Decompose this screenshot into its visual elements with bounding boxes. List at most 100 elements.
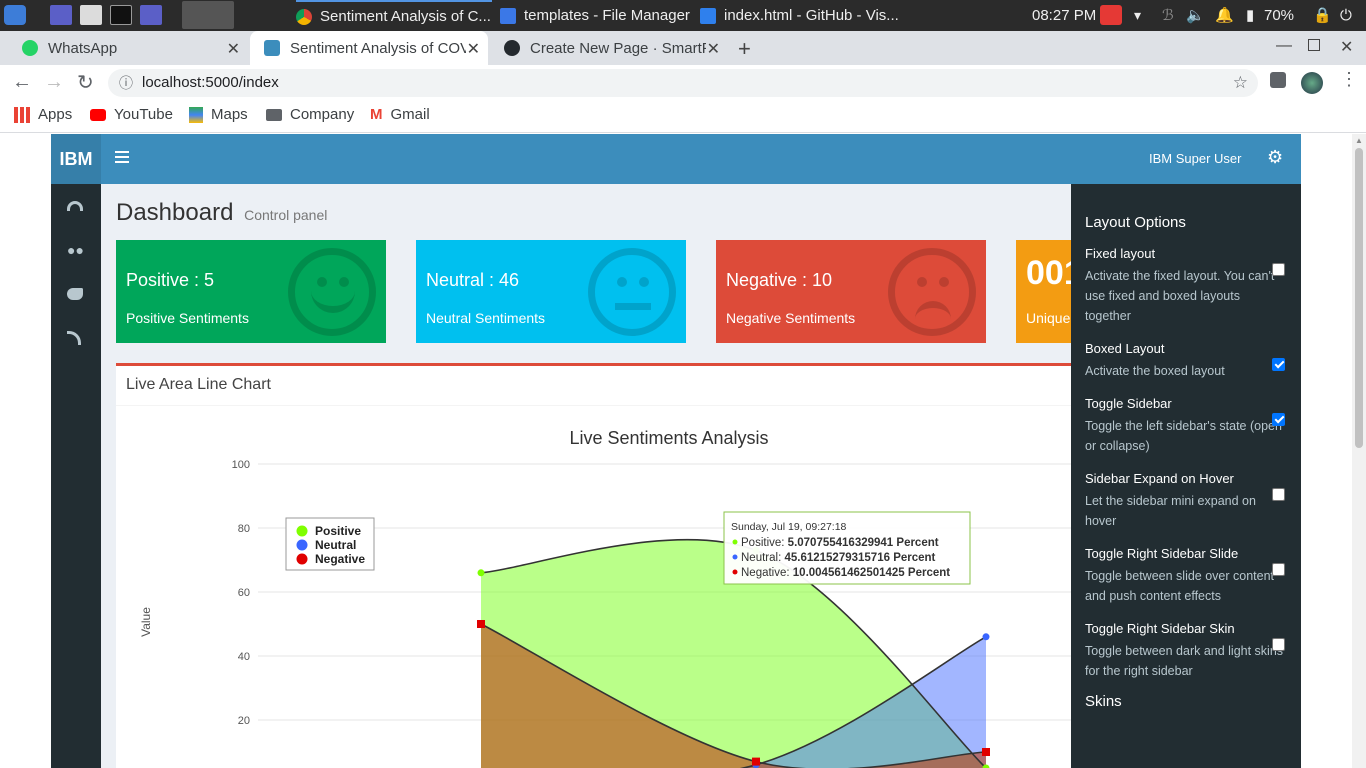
negative-label: Negative Sentiments [726,310,856,326]
github-icon [504,40,520,56]
tab-sentiment-analysis[interactable]: Sentiment Analysis of COV ✕ [250,31,488,65]
volume-icon[interactable]: 🔈 [1186,0,1205,31]
unique-label: Unique [1026,310,1071,326]
site-info-icon[interactable]: ⓘ [119,69,133,97]
taskbar-window-label: templates - File Manager [524,6,690,24]
tab-whatsapp[interactable]: WhatsApp ✕ [8,31,248,65]
gears-icon[interactable]: ⚙ [1267,147,1283,168]
chart-legend: PositiveNeutralNegative [285,517,375,571]
hamburger-icon [115,156,129,158]
layout-option-checkbox[interactable] [1272,638,1285,651]
layout-option: Toggle Right Sidebar Skin Toggle between … [1085,621,1287,681]
gmail-icon: M [370,106,383,123]
smile-icon [288,248,376,336]
tooltip-row: Neutral: 45.61215279315716 Percent [741,552,936,564]
bluetooth-icon[interactable]: ℬ [1162,0,1174,31]
layout-option-title: Boxed Layout [1085,341,1165,356]
main-header: IBM IBM Super User ⚙ [51,134,1301,184]
layout-option-checkbox[interactable] [1272,413,1285,426]
legend-label: Positive [315,524,361,538]
bookmark-gmail[interactable]: M Gmail [370,106,430,123]
close-tab-icon[interactable]: ✕ [707,39,720,59]
legend-label: Neutral [315,538,356,552]
chrome-icon [296,8,312,25]
url-text: localhost:5000/index [142,74,279,91]
bookmark-label: Maps [211,106,248,123]
bookmark-star-icon[interactable]: ☆ [1233,69,1248,97]
back-icon[interactable]: ← [12,71,32,94]
layout-option-title: Toggle Right Sidebar Slide [1085,546,1239,561]
taskbar-window-label: index.html - GitHub - Vis... [724,6,899,24]
point-negative [752,757,760,766]
whatsapp-icon [22,40,38,56]
layout-option-checkbox[interactable] [1272,488,1285,501]
layout-option-title: Fixed layout [1085,246,1156,261]
point-negative [982,748,990,756]
avatar[interactable] [1301,72,1323,94]
clock[interactable]: 08:27 PM [1032,0,1096,31]
left-sidebar: ●● [51,184,101,768]
bookmark-apps[interactable]: Apps [14,106,72,123]
taskbar-window-chrome[interactable]: Sentiment Analysis of C... [296,0,492,31]
legend-marker [296,539,308,551]
folder-icon [500,7,516,24]
tab-create-new-page[interactable]: Create New Page · SmartF ✕ [490,31,728,65]
y-tick-label: 100 [232,459,250,471]
sidebar-item-users[interactable]: ●● [67,242,85,260]
bookmark-youtube[interactable]: YouTube [90,106,173,123]
layout-option-description: Toggle the left sidebar's state (open or… [1085,419,1282,453]
layout-option-title: Toggle Sidebar [1085,396,1172,411]
anydesk-icon[interactable] [1100,5,1122,25]
scrollbar-thumb[interactable] [1355,148,1363,448]
forward-icon[interactable]: → [44,71,64,94]
taskbar-window-vscode[interactable]: index.html - GitHub - Vis... [700,0,900,31]
terminal-launcher-icon[interactable] [110,5,132,25]
sidebar-item-twitter[interactable] [67,285,85,303]
power-icon[interactable]: ⏻ [1340,0,1352,31]
layout-option-description: Let the sidebar mini expand on hover [1085,494,1256,528]
os-menu-icon[interactable] [4,5,26,25]
negative-info-box: Negative : 10 Negative Sentiments [716,240,986,343]
taskbar-window-file-manager[interactable]: templates - File Manager [500,0,694,31]
layout-options-heading: Layout Options [1085,214,1186,231]
lock-icon[interactable]: 🔒 [1313,0,1332,31]
page-title: Dashboard Control panel [116,199,328,226]
new-tab-button[interactable]: + [738,36,751,62]
logo[interactable]: IBM [51,134,101,184]
scroll-up-icon[interactable]: ▲ [1355,136,1363,145]
notification-icon[interactable]: 🔔 [1215,0,1234,31]
address-bar[interactable]: ⓘ localhost:5000/index ☆ [108,69,1258,97]
close-window-icon[interactable]: ✕ [1340,37,1353,57]
battery-icon: ▮ [1246,7,1255,24]
bookmark-company[interactable]: Company [266,106,354,123]
folder-icon [266,108,282,121]
layout-option-checkbox[interactable] [1272,263,1285,276]
layout-option-checkbox[interactable] [1272,563,1285,576]
sidebar-toggle-button[interactable] [115,151,129,163]
page-scrollbar[interactable]: ▲ [1352,134,1366,768]
close-tab-icon[interactable]: ✕ [227,39,240,59]
layout-option-description: Activate the fixed layout. You can't use… [1085,269,1275,323]
bookmark-maps[interactable]: Maps [189,106,248,123]
users-icon: ●● [67,242,84,258]
dashboard-icon [67,201,83,211]
tooltip-marker [732,554,738,560]
browser-menu-icon[interactable]: ⋮ [1340,69,1358,90]
close-tab-icon[interactable]: ✕ [467,39,480,59]
extensions-icon[interactable] [1270,72,1286,88]
user-menu[interactable]: IBM Super User [1149,151,1241,166]
reload-icon[interactable]: ↻ [77,70,94,95]
sidebar-item-rss[interactable] [67,329,85,347]
maximize-window-icon[interactable] [1308,39,1320,51]
minimize-window-icon[interactable]: — [1276,37,1292,55]
file-manager-launcher-icon[interactable] [80,5,102,25]
sidebar-item-dashboard[interactable] [67,198,85,216]
wifi-icon[interactable]: ▾ [1134,0,1141,31]
chrome-launcher-icon[interactable] [182,1,234,29]
point-negative [477,620,485,628]
twitter-icon [67,288,83,300]
recorder-launcher-icon[interactable] [140,5,162,25]
workspace-icon[interactable] [50,5,72,25]
y-tick-label: 20 [238,715,250,727]
layout-option-checkbox[interactable] [1272,358,1285,371]
